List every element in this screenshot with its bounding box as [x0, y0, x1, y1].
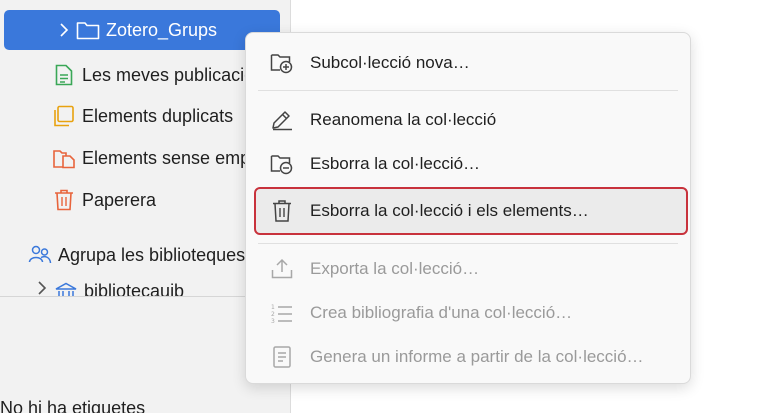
library-label: bibliotecauib — [84, 281, 185, 296]
chevron-right-icon[interactable] — [34, 281, 50, 295]
menu-item-label: Genera un informe a partir de la col·lec… — [310, 347, 644, 366]
unfiled-icon — [52, 146, 76, 170]
folder-add-icon — [270, 51, 294, 75]
tags-pane-label: No hi ha etiquetes — [0, 398, 146, 413]
pencil-icon — [270, 108, 294, 132]
menu-item-label: Reanomena la col·lecció — [310, 110, 497, 129]
folder-icon — [76, 18, 100, 42]
folder-remove-icon — [270, 152, 294, 176]
menu-item-generate-report[interactable]: Genera un informe a partir de la col·lec… — [258, 337, 678, 377]
collection-label: Elements duplicats — [82, 105, 234, 126]
document-icon — [52, 63, 76, 87]
menu-item-delete-collection-and-items[interactable]: Esborra la col·lecció i els elements… — [254, 187, 688, 235]
menu-item-label: Subcol·lecció nova… — [310, 53, 470, 72]
menu-item-label: Crea bibliografia d'una col·lecció… — [310, 303, 573, 322]
svg-text:3: 3 — [271, 318, 275, 324]
collection-label: Paperera — [82, 189, 157, 210]
trash-icon — [52, 188, 76, 212]
menu-item-label: Esborra la col·lecció i els elements… — [310, 201, 589, 220]
library-icon — [54, 281, 78, 296]
svg-text:2: 2 — [271, 311, 275, 318]
menu-separator — [258, 243, 678, 244]
chevron-right-icon[interactable] — [56, 23, 72, 37]
menu-item-label: Esborra la col·lecció… — [310, 154, 481, 173]
duplicate-icon — [52, 104, 76, 128]
collection-context-menu: Subcol·lecció nova… Reanomena la col·lec… — [245, 32, 691, 384]
svg-text:1: 1 — [271, 304, 275, 311]
menu-item-create-bibliography[interactable]: 123 Crea bibliografia d'una col·lecció… — [258, 293, 678, 333]
export-icon — [270, 257, 294, 281]
menu-item-delete-collection[interactable]: Esborra la col·lecció… — [258, 144, 678, 184]
collection-label: Zotero_Grups — [106, 19, 218, 40]
trash-icon — [270, 199, 294, 223]
collection-zotero-grups[interactable]: Zotero_Grups — [4, 10, 280, 50]
group-icon — [28, 243, 52, 267]
menu-item-new-subcollection[interactable]: Subcol·lecció nova… — [258, 43, 678, 83]
numbered-list-icon: 123 — [270, 301, 294, 325]
report-icon — [270, 345, 294, 369]
menu-item-rename-collection[interactable]: Reanomena la col·lecció — [258, 100, 678, 140]
menu-separator — [258, 90, 678, 91]
menu-item-label: Exporta la col·lecció… — [310, 259, 480, 278]
group-libraries-label: Agrupa les biblioteques — [58, 244, 246, 265]
menu-item-export-collection[interactable]: Exporta la col·lecció… — [258, 249, 678, 289]
